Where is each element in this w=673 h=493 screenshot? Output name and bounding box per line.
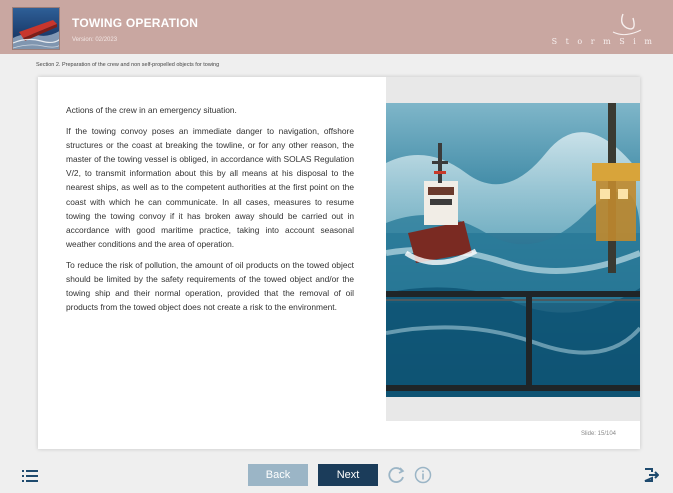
slide-card: Actions of the crew in an emergency situ… (38, 77, 640, 449)
section-breadcrumb: Section 2. Preparation of the crew and n… (36, 62, 220, 68)
info-icon[interactable] (414, 466, 432, 484)
slide-heading: Actions of the crew in an emergency situ… (66, 105, 237, 115)
paragraph-1: If the towing convoy poses an immediate … (66, 126, 354, 249)
reload-icon[interactable] (388, 466, 406, 484)
photo-panel (386, 77, 640, 421)
menu-list-icon[interactable] (22, 469, 38, 482)
course-version: Version: 02/2023 (72, 37, 118, 43)
brand-wordmark: S t o r m S i m (551, 37, 655, 46)
brand-logo: S t o r m S i m (552, 10, 655, 48)
paragraph-2: To reduce the risk of pollution, the amo… (66, 259, 354, 313)
app-header: TOWING OPERATION Version: 02/2023 S t o … (0, 0, 673, 54)
back-button[interactable]: Back (248, 464, 308, 486)
exit-icon[interactable] (643, 467, 660, 483)
slide-text: Actions of the crew in an emergency situ… (66, 103, 354, 321)
brand-swirl-icon (612, 13, 642, 36)
course-title: TOWING OPERATION (72, 16, 199, 30)
ship-in-storm-image (386, 103, 640, 397)
towing-logo-icon (12, 7, 60, 50)
next-button[interactable]: Next (318, 464, 378, 486)
slide-counter: Slide: 15/104 (580, 431, 616, 437)
